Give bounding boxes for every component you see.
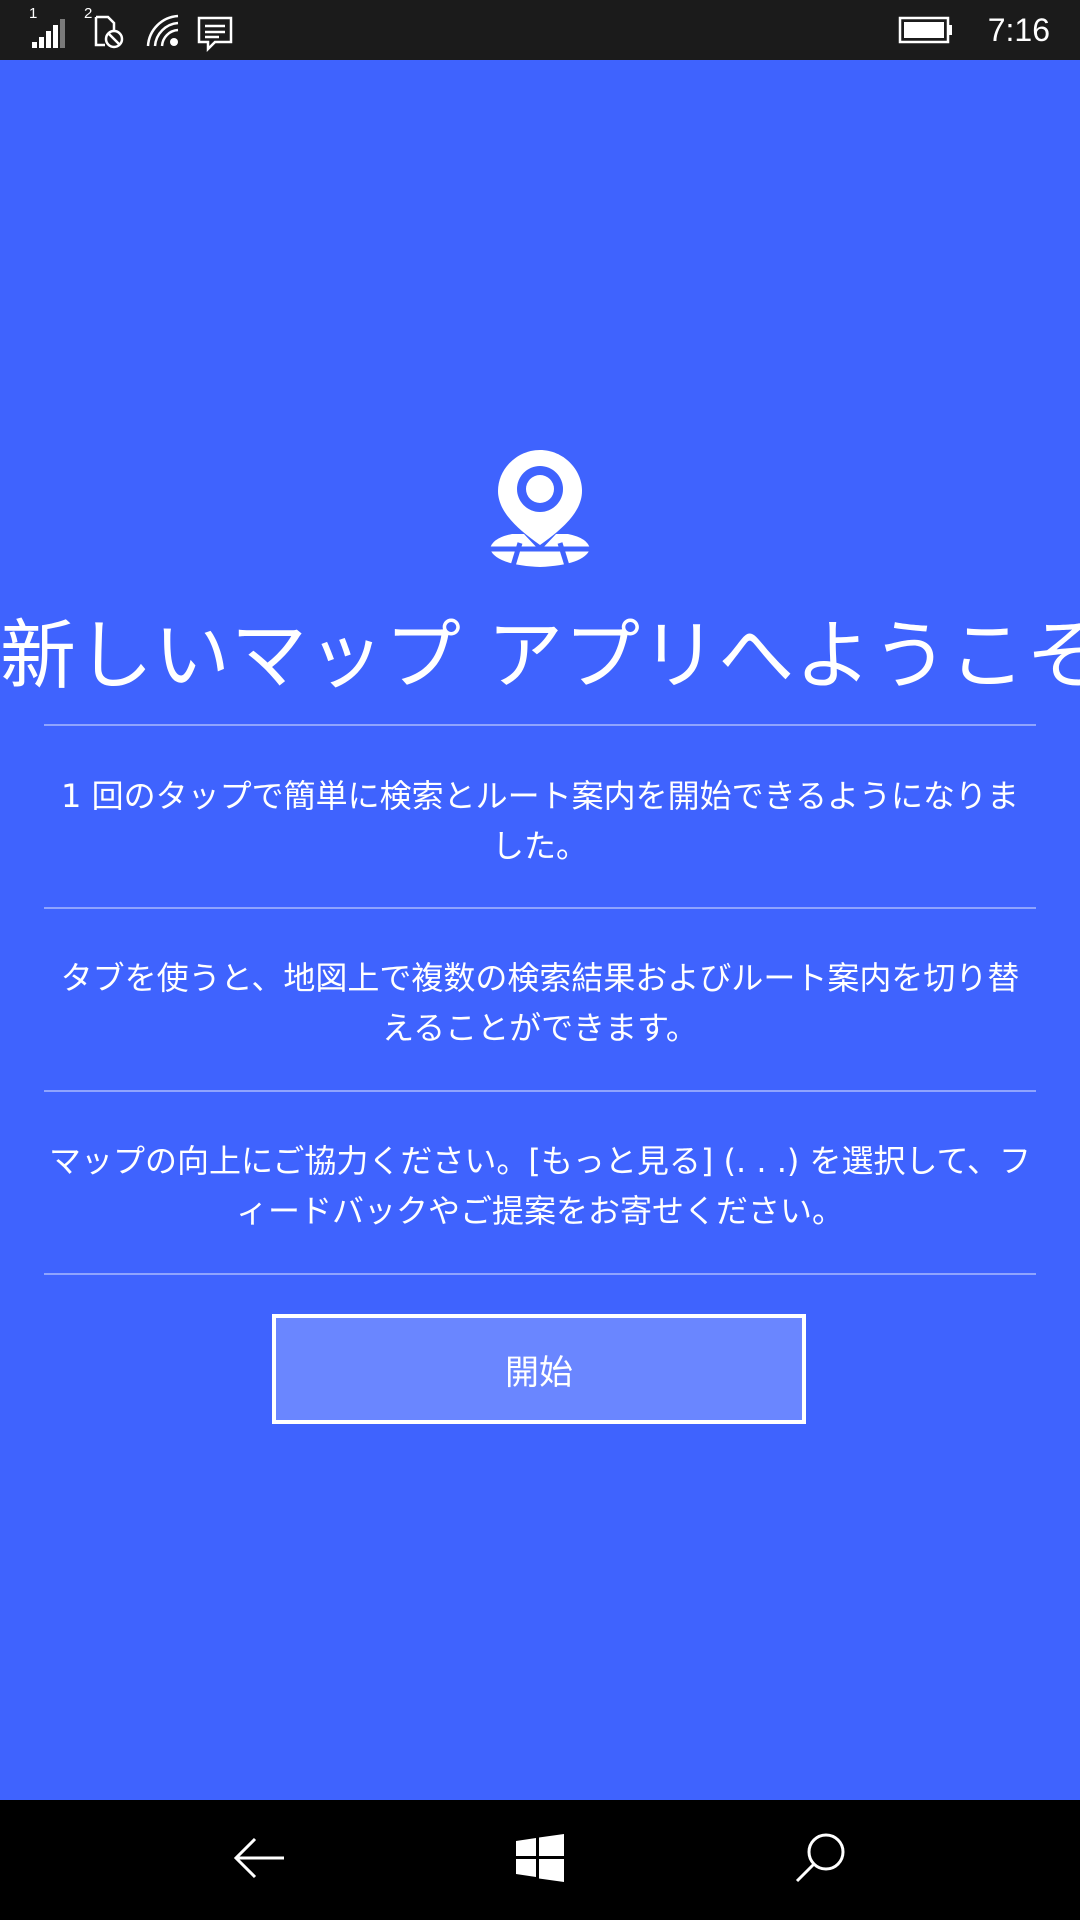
battery-icon — [898, 8, 954, 52]
notification-icon — [197, 8, 233, 52]
start-button[interactable]: 開始 — [272, 1314, 806, 1424]
no-sim-icon — [93, 8, 125, 52]
clock: 7:16 — [987, 12, 1050, 48]
welcome-screen: 新しいマップ アプリへようこそ 1 回のタップで簡単に検索とルート案内を開始でき… — [0, 60, 1080, 1800]
back-icon — [233, 1836, 287, 1884]
start-windows-button[interactable] — [510, 1830, 570, 1890]
divider — [44, 724, 1036, 726]
divider — [44, 1273, 1036, 1275]
divider — [44, 1090, 1036, 1092]
info-paragraph-2: タブを使うと、地図上で複数の検索結果およびルート案内を切り替えることができます。 — [60, 959, 1020, 1047]
divider — [44, 907, 1036, 909]
status-bar: 1 2 7:16 — [0, 0, 1080, 60]
welcome-title: 新しいマップ アプリへようこそ — [0, 611, 1080, 700]
info-paragraph-1: 1 回のタップで簡単に検索とルート案内を開始できるようになりました。 — [61, 777, 1019, 865]
maps-logo-icon — [484, 445, 596, 570]
start-button-label: 開始 — [505, 1352, 573, 1393]
search-button[interactable] — [790, 1830, 850, 1890]
back-button[interactable] — [230, 1830, 290, 1890]
sim2-label: 2 — [84, 5, 93, 22]
search-icon — [794, 1832, 846, 1888]
wifi-icon — [145, 8, 181, 52]
windows-icon — [516, 1834, 564, 1886]
navigation-bar — [0, 1800, 1080, 1920]
signal-icon — [32, 8, 70, 52]
info-paragraph-3: マップの向上にご協力ください。[もっと見る] (. . .) を選択して、フィー… — [49, 1142, 1031, 1230]
